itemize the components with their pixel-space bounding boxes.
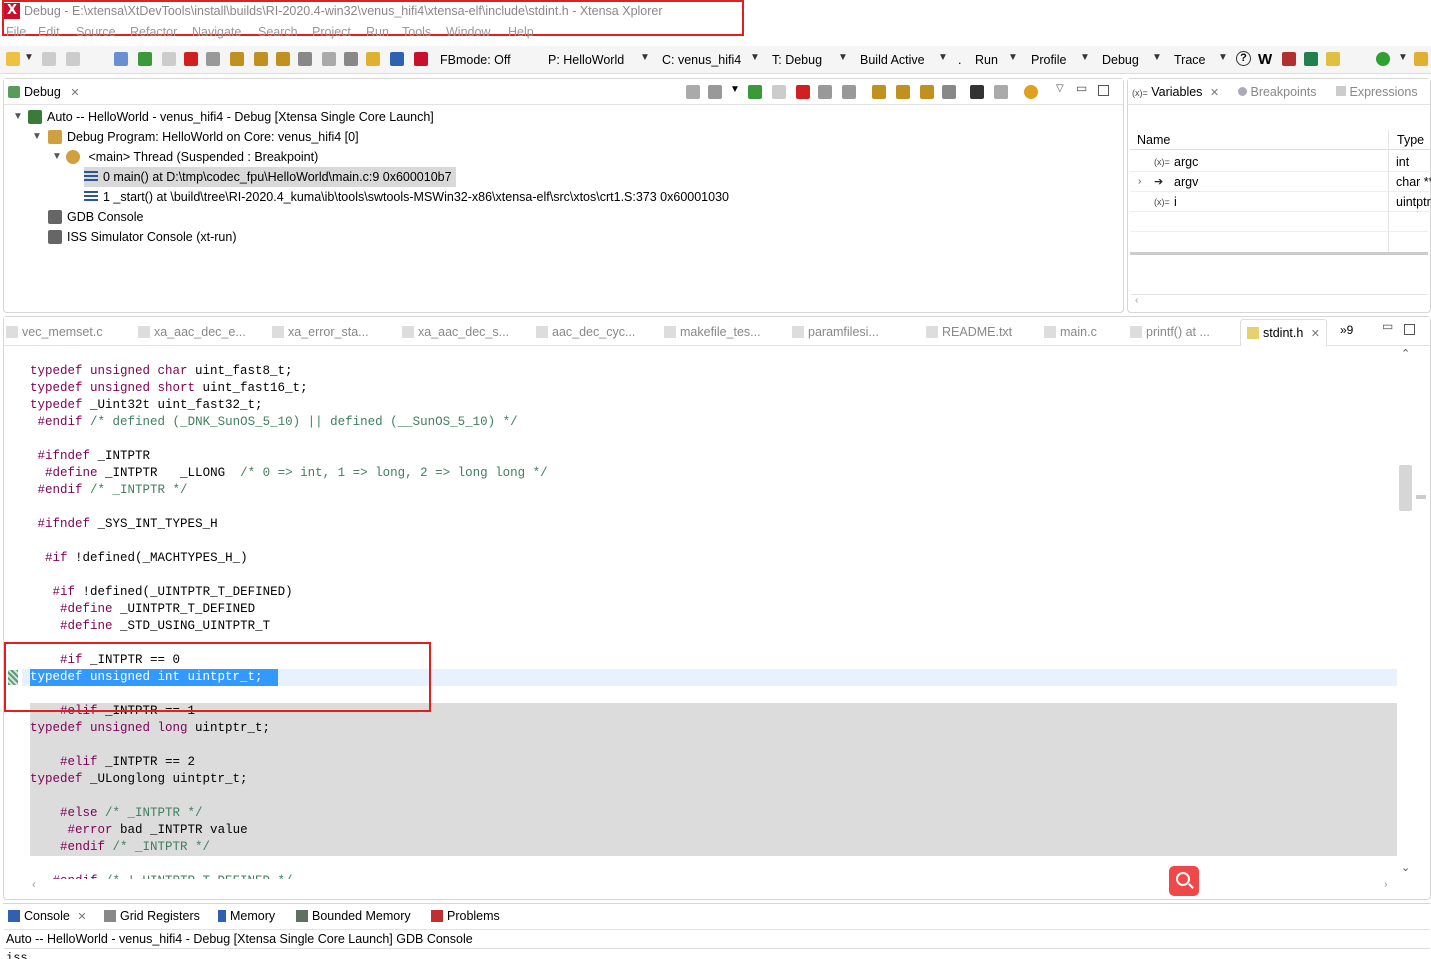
code-line: #if !defined(_UINTPTR_T_DEFINED) [52, 585, 293, 599]
close-icon[interactable]: ✕ [77, 911, 86, 923]
code-line: #ifndef _SYS_INT_TYPES_H [37, 517, 218, 531]
floating-search-button[interactable] [1169, 866, 1199, 896]
code-line: #define _INTPTR _LLONG /* 0 => int, 1 =>… [45, 466, 548, 480]
maximize-icon[interactable] [1404, 324, 1415, 335]
code-line: #if !defined(_MACHTYPES_H_) [45, 551, 248, 565]
console-divider [4, 948, 1430, 949]
tab-bounded-memory-label: Bounded Memory [312, 909, 411, 923]
scroll-down-icon[interactable]: ⌄ [1401, 861, 1410, 874]
tab-problems[interactable]: Problems [431, 909, 500, 923]
code-line: #error bad _INTPTR value [67, 823, 248, 837]
tab-memory[interactable]: Memory [218, 909, 275, 923]
tab-bounded-memory[interactable]: Bounded Memory [296, 909, 411, 923]
editor-vscrollbar[interactable]: ⌃ ⌄ [1398, 347, 1414, 877]
code-line: #define _UINTPTR_T_DEFINED [60, 602, 256, 616]
code-line: typedef unsigned char uint_fast8_t; [30, 364, 293, 378]
code-line-partial: #endif /* !_UINTPTR_T_DEFINED */ [30, 873, 293, 879]
tab-console-label: Console [24, 909, 70, 923]
code-line: typedef _Uint32t uint_fast32_t; [30, 398, 263, 412]
highlight-box-code [4, 642, 431, 712]
console-output[interactable]: iss [6, 951, 28, 959]
open-folder-icon[interactable] [1414, 52, 1428, 66]
variable-type: uintptr [1396, 195, 1431, 209]
code-line: #elif _INTPTR == 2 [60, 755, 196, 769]
tab-grid-registers[interactable]: Grid Registers [104, 909, 200, 923]
scroll-right-icon[interactable]: › [1384, 879, 1388, 891]
scroll-thumb[interactable] [1399, 465, 1412, 511]
code-line: typedef _ULonglong uintptr_t; [30, 772, 248, 786]
tab-grid-registers-label: Grid Registers [120, 909, 200, 923]
grid-registers-icon [104, 910, 116, 922]
console-icon [8, 910, 20, 922]
code-line: typedef unsigned short uint_fast16_t; [30, 381, 308, 395]
variable-type: char ** [1396, 175, 1431, 189]
code-line: #define _STD_USING_UINTPTR_T [60, 619, 271, 633]
code-line: #endif /* defined (_DNK_SunOS_5_10) || d… [37, 415, 518, 429]
scroll-up-icon[interactable]: ⌃ [1401, 347, 1410, 360]
code-line: #endif /* _INTPTR */ [37, 483, 188, 497]
tab-problems-label: Problems [447, 909, 500, 923]
code-line: typedef unsigned long uintptr_t; [30, 721, 271, 735]
scroll-left-icon[interactable]: ‹ [32, 879, 36, 891]
code-line: #endif /* _INTPTR */ [60, 840, 211, 854]
memory-icon [218, 910, 226, 922]
tab-memory-label: Memory [230, 909, 276, 923]
console-description: Auto -- HelloWorld - venus_hifi4 - Debug… [6, 932, 473, 946]
code-line: #else /* _INTPTR */ [60, 806, 203, 820]
tab-console[interactable]: Console ✕ [8, 909, 87, 923]
problems-icon [431, 910, 443, 922]
code-editor[interactable]: typedef unsigned char uint_fast8_t; type… [0, 0, 1400, 880]
bounded-memory-icon [296, 910, 308, 922]
overview-ruler-marker [1416, 495, 1426, 499]
code-line: #ifndef _INTPTR [37, 449, 151, 463]
search-icon-handle [1188, 883, 1194, 889]
